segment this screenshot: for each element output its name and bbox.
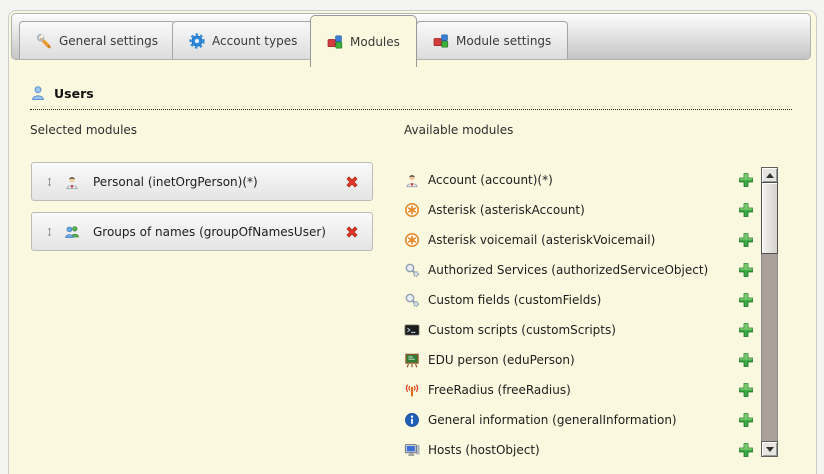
module-name: EDU person (eduPerson) bbox=[428, 353, 730, 367]
available-module-row: Custom scripts (customScripts) bbox=[404, 315, 754, 345]
available-module-row: EDU person (eduPerson) bbox=[404, 345, 754, 375]
selected-modules-label: Selected modules bbox=[30, 123, 137, 137]
plus-icon bbox=[738, 202, 754, 218]
tab-module-settings[interactable]: Module settings bbox=[416, 21, 568, 59]
module-name: Custom scripts (customScripts) bbox=[428, 323, 730, 337]
scrollbar-up-button[interactable] bbox=[761, 167, 778, 183]
tab-label: Account types bbox=[212, 34, 297, 48]
drag-handle-icon[interactable] bbox=[44, 175, 55, 189]
available-module-row: Account (account)(*) bbox=[404, 165, 754, 195]
add-module-button[interactable] bbox=[738, 172, 754, 188]
person-icon bbox=[404, 172, 420, 188]
delete-icon bbox=[344, 174, 360, 190]
tab-account-types[interactable]: Account types bbox=[172, 21, 314, 59]
info-icon bbox=[404, 412, 420, 428]
section-header-users: Users bbox=[30, 85, 792, 110]
person-icon bbox=[64, 174, 80, 190]
plus-icon bbox=[738, 232, 754, 248]
add-module-button[interactable] bbox=[738, 292, 754, 308]
module-name: Personal (inetOrgPerson)(*) bbox=[89, 175, 335, 189]
remove-module-button[interactable] bbox=[344, 224, 360, 240]
available-module-row: Authorized Services (authorizedServiceOb… bbox=[404, 255, 754, 285]
arrow-down-icon bbox=[766, 447, 774, 452]
asterisk-icon bbox=[404, 232, 420, 248]
configuration-window: Users Selected modules Available modules… bbox=[8, 10, 817, 474]
add-module-button[interactable] bbox=[738, 352, 754, 368]
module-name: Account (account)(*) bbox=[428, 173, 730, 187]
plus-icon bbox=[738, 322, 754, 338]
add-module-button[interactable] bbox=[738, 232, 754, 248]
module-name: General information (generalInformation) bbox=[428, 413, 730, 427]
plus-icon bbox=[738, 172, 754, 188]
plus-icon bbox=[738, 292, 754, 308]
module-name: Custom fields (customFields) bbox=[428, 293, 730, 307]
tab-label: General settings bbox=[59, 34, 158, 48]
monitor-icon bbox=[404, 442, 420, 458]
module-name: Asterisk (asteriskAccount) bbox=[428, 203, 730, 217]
tab-general-settings[interactable]: General settings bbox=[19, 21, 175, 59]
available-module-row: Asterisk (asteriskAccount) bbox=[404, 195, 754, 225]
selected-module-item[interactable]: Groups of names (groupOfNamesUser) bbox=[31, 212, 373, 251]
section-title: Users bbox=[54, 86, 94, 101]
remove-module-button[interactable] bbox=[344, 174, 360, 190]
group-icon bbox=[64, 224, 80, 240]
user-icon bbox=[30, 85, 46, 101]
plus-icon bbox=[738, 352, 754, 368]
antenna-icon bbox=[404, 382, 420, 398]
blackboard-icon bbox=[404, 352, 420, 368]
asterisk-icon bbox=[404, 202, 420, 218]
module-name: Asterisk voicemail (asteriskVoicemail) bbox=[428, 233, 730, 247]
magnifier-gear-icon bbox=[404, 292, 420, 308]
available-module-row: Asterisk voicemail (asteriskVoicemail) bbox=[404, 225, 754, 255]
add-module-button[interactable] bbox=[738, 382, 754, 398]
modules-tab-panel: Users Selected modules Available modules… bbox=[9, 11, 816, 474]
module-name: FreeRadius (freeRadius) bbox=[428, 383, 730, 397]
module-name: Authorized Services (authorizedServiceOb… bbox=[428, 263, 730, 277]
available-modules-label: Available modules bbox=[404, 123, 513, 137]
wrench-icon bbox=[36, 33, 52, 49]
add-module-button[interactable] bbox=[738, 322, 754, 338]
available-module-row: General information (generalInformation) bbox=[404, 405, 754, 435]
plus-icon bbox=[738, 442, 754, 458]
modules-icon bbox=[433, 33, 449, 49]
plus-icon bbox=[738, 382, 754, 398]
gear-icon bbox=[189, 33, 205, 49]
add-module-button[interactable] bbox=[738, 202, 754, 218]
available-module-row: FreeRadius (freeRadius) bbox=[404, 375, 754, 405]
delete-icon bbox=[344, 224, 360, 240]
add-module-button[interactable] bbox=[738, 412, 754, 428]
available-modules-scrollbar[interactable] bbox=[761, 167, 778, 457]
plus-icon bbox=[738, 262, 754, 278]
magnifier-gear-icon bbox=[404, 262, 420, 278]
selected-modules-list: Personal (inetOrgPerson)(*) Groups of nam… bbox=[31, 162, 373, 262]
selected-module-item[interactable]: Personal (inetOrgPerson)(*) bbox=[31, 162, 373, 201]
tab-modules[interactable]: Modules bbox=[310, 15, 417, 67]
tab-label: Module settings bbox=[456, 34, 551, 48]
tab-bar: General settings Account types Modules Modu… bbox=[11, 13, 811, 60]
module-name: Hosts (hostObject) bbox=[428, 443, 730, 457]
plus-icon bbox=[738, 412, 754, 428]
tab-label: Modules bbox=[350, 35, 400, 49]
add-module-button[interactable] bbox=[738, 262, 754, 278]
terminal-icon bbox=[404, 322, 420, 338]
available-module-row: Custom fields (customFields) bbox=[404, 285, 754, 315]
arrow-up-icon bbox=[766, 173, 774, 178]
modules-icon bbox=[327, 34, 343, 50]
drag-handle-icon[interactable] bbox=[44, 225, 55, 239]
add-module-button[interactable] bbox=[738, 442, 754, 458]
scrollbar-down-button[interactable] bbox=[761, 441, 778, 457]
available-module-row: Hosts (hostObject) bbox=[404, 435, 754, 465]
scrollbar-thumb[interactable] bbox=[761, 182, 778, 254]
available-modules-list: Account (account)(*) Asterisk (asteriskAc… bbox=[404, 165, 754, 465]
module-name: Groups of names (groupOfNamesUser) bbox=[89, 225, 335, 239]
